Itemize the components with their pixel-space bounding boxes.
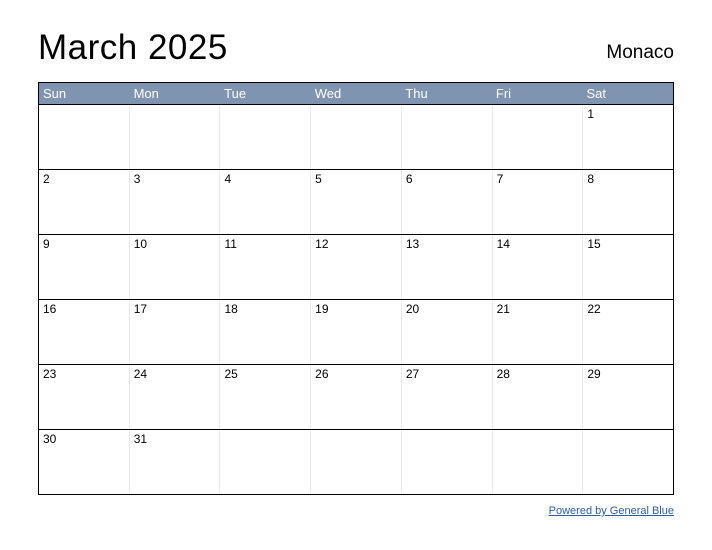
day-cell: [493, 105, 584, 169]
day-cell: [583, 430, 673, 494]
day-cell: [311, 430, 402, 494]
dow-sun: Sun: [39, 83, 130, 104]
dow-thu: Thu: [401, 83, 492, 104]
day-of-week-row: Sun Mon Tue Wed Thu Fri Sat: [39, 83, 673, 104]
day-cell: 24: [130, 365, 221, 429]
region-label: Monaco: [606, 42, 674, 68]
day-cell: 3: [130, 170, 221, 234]
day-cell: [402, 430, 493, 494]
day-cell: [220, 105, 311, 169]
day-cell: 30: [39, 430, 130, 494]
day-cell: 18: [220, 300, 311, 364]
day-cell: 27: [402, 365, 493, 429]
day-cell: [39, 105, 130, 169]
day-cell: 19: [311, 300, 402, 364]
day-cell: 15: [583, 235, 673, 299]
week-row: 23 24 25 26 27 28 29: [39, 364, 673, 429]
dow-wed: Wed: [311, 83, 402, 104]
calendar-grid: Sun Mon Tue Wed Thu Fri Sat 1 2 3 4 5 6 …: [38, 82, 674, 495]
day-cell: 29: [583, 365, 673, 429]
day-cell: 17: [130, 300, 221, 364]
day-cell: 4: [220, 170, 311, 234]
dow-mon: Mon: [130, 83, 221, 104]
calendar-header: March 2025 Monaco: [38, 28, 674, 68]
day-cell: 11: [220, 235, 311, 299]
day-cell: 20: [402, 300, 493, 364]
day-cell: 12: [311, 235, 402, 299]
day-cell: 25: [220, 365, 311, 429]
day-cell: 1: [583, 105, 673, 169]
day-cell: 2: [39, 170, 130, 234]
week-row: 2 3 4 5 6 7 8: [39, 169, 673, 234]
day-cell: 31: [130, 430, 221, 494]
day-cell: 28: [493, 365, 584, 429]
day-cell: 13: [402, 235, 493, 299]
week-row: 9 10 11 12 13 14 15: [39, 234, 673, 299]
dow-tue: Tue: [220, 83, 311, 104]
day-cell: 9: [39, 235, 130, 299]
footer: Powered by General Blue: [38, 501, 674, 519]
powered-by-link[interactable]: Powered by General Blue: [549, 505, 674, 517]
dow-fri: Fri: [492, 83, 583, 104]
day-cell: 21: [493, 300, 584, 364]
day-cell: 26: [311, 365, 402, 429]
month-year-title: March 2025: [38, 28, 228, 68]
day-cell: 10: [130, 235, 221, 299]
week-row: 30 31: [39, 429, 673, 494]
week-row: 16 17 18 19 20 21 22: [39, 299, 673, 364]
week-row: 1: [39, 104, 673, 169]
day-cell: [311, 105, 402, 169]
day-cell: 6: [402, 170, 493, 234]
day-cell: 16: [39, 300, 130, 364]
day-cell: 7: [493, 170, 584, 234]
day-cell: 23: [39, 365, 130, 429]
day-cell: [220, 430, 311, 494]
day-cell: [493, 430, 584, 494]
day-cell: [402, 105, 493, 169]
day-cell: 22: [583, 300, 673, 364]
day-cell: 8: [583, 170, 673, 234]
day-cell: 14: [493, 235, 584, 299]
dow-sat: Sat: [582, 83, 673, 104]
day-cell: 5: [311, 170, 402, 234]
day-cell: [130, 105, 221, 169]
